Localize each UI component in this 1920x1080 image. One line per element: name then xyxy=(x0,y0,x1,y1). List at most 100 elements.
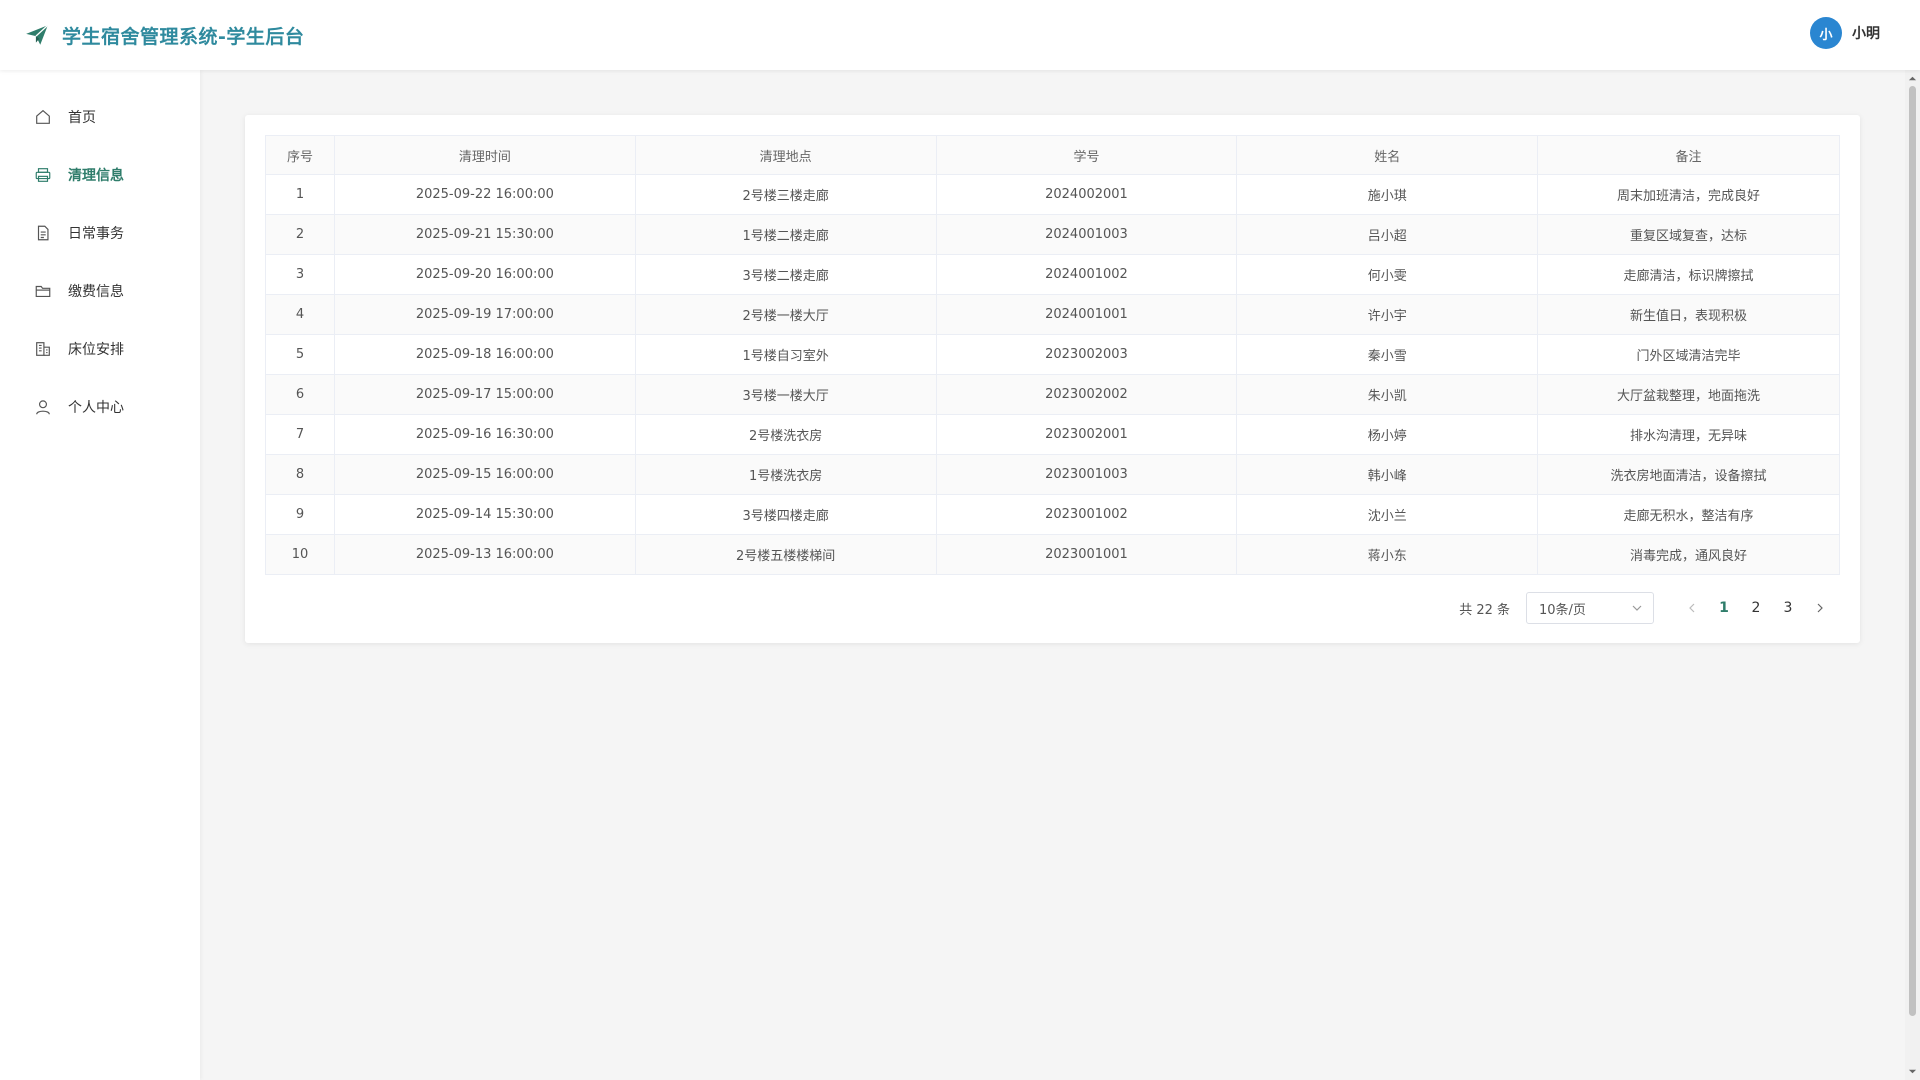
table-cell: 排水沟清理，无异味 xyxy=(1537,414,1840,455)
page-size-select[interactable]: 10条/页 xyxy=(1526,592,1654,624)
scroll-down-arrow-icon[interactable] xyxy=(1908,1067,1917,1076)
table-cell: 4 xyxy=(265,294,335,335)
table-cell: 2号楼五楼楼梯间 xyxy=(634,534,937,575)
table-cell: 消毒完成，通风良好 xyxy=(1537,534,1840,575)
chevron-down-icon xyxy=(1632,605,1642,611)
page-button-2[interactable]: 2 xyxy=(1740,592,1772,624)
table-header-row: 序号 清理时间 清理地点 学号 姓名 备注 xyxy=(265,135,1840,175)
table-cell: 2023002001 xyxy=(935,414,1238,455)
building-icon xyxy=(36,342,50,356)
column-header: 备注 xyxy=(1537,135,1840,175)
table-row[interactable]: 6 2025-09-17 15:00:00 3号楼一楼大厅 2023002002… xyxy=(265,374,1840,415)
page-size-value: 10条/页 xyxy=(1539,602,1586,618)
table-cell: 2025-09-17 15:00:00 xyxy=(333,374,636,415)
table-cell: 杨小婷 xyxy=(1236,414,1539,455)
table-cell: 2023001002 xyxy=(935,494,1238,535)
table-cell: 3号楼一楼大厅 xyxy=(634,374,937,415)
user-menu[interactable]: 小 小明 xyxy=(1810,17,1880,49)
username[interactable]: 小明 xyxy=(1852,23,1880,43)
table-cell: 3 xyxy=(265,254,335,295)
page-scrollbar[interactable] xyxy=(1905,70,1920,1080)
table-row[interactable]: 9 2025-09-14 15:30:00 3号楼四楼走廊 2023001002… xyxy=(265,494,1840,535)
brand[interactable]: 学生宿舍管理系统-学生后台 xyxy=(24,22,304,49)
table-cell: 2023002002 xyxy=(935,374,1238,415)
table-cell: 周末加班清洁，完成良好 xyxy=(1537,174,1840,215)
table-cell: 2024001003 xyxy=(935,214,1238,255)
sidebar-item-cleaning-info[interactable]: 清理信息 xyxy=(0,146,200,204)
table-cell: 2号楼一楼大厅 xyxy=(634,294,937,335)
table-cell: 新生值日，表现积极 xyxy=(1537,294,1840,335)
column-header: 清理时间 xyxy=(333,135,636,175)
sidebar-item-label: 清理信息 xyxy=(68,168,124,184)
table-cell: 门外区域清洁完毕 xyxy=(1537,334,1840,375)
sidebar: 首页 清理信息 日常事务 缴费信息 床位安排 个人中心 xyxy=(0,70,200,1080)
table-cell: 走廊清洁，标识牌擦拭 xyxy=(1537,254,1840,295)
table-row[interactable]: 10 2025-09-13 16:00:00 2号楼五楼楼梯间 20230010… xyxy=(265,534,1840,575)
table-cell: 重复区域复查，达标 xyxy=(1537,214,1840,255)
table-cell: 施小琪 xyxy=(1236,174,1539,215)
table-cell: 大厅盆栽整理，地面拖洗 xyxy=(1537,374,1840,415)
table-card: 序号 清理时间 清理地点 学号 姓名 备注 1 2025-09-22 16:00… xyxy=(245,115,1860,643)
table-row[interactable]: 2 2025-09-21 15:30:00 1号楼二楼走廊 2024001003… xyxy=(265,214,1840,255)
top-header: 学生宿舍管理系统-学生后台 小 小明 xyxy=(0,0,1920,70)
next-page-button[interactable] xyxy=(1804,592,1836,624)
sidebar-item-daily-affairs[interactable]: 日常事务 xyxy=(0,204,200,262)
table-row[interactable]: 1 2025-09-22 16:00:00 2号楼三楼走廊 2024002001… xyxy=(265,174,1840,215)
paper-plane-icon xyxy=(26,24,49,45)
main-content: 序号 清理时间 清理地点 学号 姓名 备注 1 2025-09-22 16:00… xyxy=(200,70,1905,1080)
sidebar-item-bed-arrangement[interactable]: 床位安排 xyxy=(0,320,200,378)
table-cell: 2023001001 xyxy=(935,534,1238,575)
printer-icon xyxy=(35,168,51,182)
table-cell: 何小雯 xyxy=(1236,254,1539,295)
table-row[interactable]: 8 2025-09-15 16:00:00 1号楼洗衣房 2023001003 … xyxy=(265,454,1840,495)
table-cell: 2025-09-15 16:00:00 xyxy=(333,454,636,495)
table-cell: 7 xyxy=(265,414,335,455)
sidebar-item-label: 首页 xyxy=(68,110,96,126)
table-cell: 2023002003 xyxy=(935,334,1238,375)
prev-page-button[interactable] xyxy=(1676,592,1708,624)
table-cell: 2025-09-14 15:30:00 xyxy=(333,494,636,535)
table-cell: 2025-09-16 16:30:00 xyxy=(333,414,636,455)
sidebar-item-label: 床位安排 xyxy=(68,342,124,358)
sidebar-item-personal-center[interactable]: 个人中心 xyxy=(0,378,200,436)
user-icon xyxy=(36,400,50,415)
table-row[interactable]: 4 2025-09-19 17:00:00 2号楼一楼大厅 2024001001… xyxy=(265,294,1840,335)
scroll-up-arrow-icon[interactable] xyxy=(1908,74,1917,83)
table-cell: 2025-09-21 15:30:00 xyxy=(333,214,636,255)
sidebar-item-home[interactable]: 首页 xyxy=(0,88,200,146)
chevron-left-icon xyxy=(1689,603,1695,613)
table-cell: 2025-09-22 16:00:00 xyxy=(333,174,636,215)
avatar[interactable]: 小 xyxy=(1810,17,1842,49)
sidebar-item-label: 日常事务 xyxy=(68,226,124,242)
table-cell: 2025-09-19 17:00:00 xyxy=(333,294,636,335)
table-cell: 蒋小东 xyxy=(1236,534,1539,575)
page-button-1[interactable]: 1 xyxy=(1708,592,1740,624)
table-cell: 2025-09-13 16:00:00 xyxy=(333,534,636,575)
table-cell: 2025-09-20 16:00:00 xyxy=(333,254,636,295)
table-cell: 2025-09-18 16:00:00 xyxy=(333,334,636,375)
table-cell: 8 xyxy=(265,454,335,495)
page-button-3[interactable]: 3 xyxy=(1772,592,1804,624)
table-cell: 秦小雪 xyxy=(1236,334,1539,375)
sidebar-item-payment-info[interactable]: 缴费信息 xyxy=(0,262,200,320)
table-cell: 2024001002 xyxy=(935,254,1238,295)
sidebar-item-label: 个人中心 xyxy=(68,400,124,416)
column-header: 清理地点 xyxy=(634,135,937,175)
sidebar-item-label: 缴费信息 xyxy=(68,284,124,300)
column-header: 学号 xyxy=(935,135,1238,175)
table-cell: 3号楼二楼走廊 xyxy=(634,254,937,295)
pagination: 共 22 条 10条/页 1 2 3 xyxy=(1459,592,1836,624)
table-cell: 3号楼四楼走廊 xyxy=(634,494,937,535)
chevron-right-icon xyxy=(1817,603,1823,613)
table-cell: 1号楼洗衣房 xyxy=(634,454,937,495)
table-cell: 10 xyxy=(265,534,335,575)
scrollbar-thumb[interactable] xyxy=(1909,86,1916,1016)
table-row[interactable]: 7 2025-09-16 16:30:00 2号楼洗衣房 2023002001 … xyxy=(265,414,1840,455)
table-cell: 5 xyxy=(265,334,335,375)
column-header: 姓名 xyxy=(1236,135,1539,175)
table-row[interactable]: 5 2025-09-18 16:00:00 1号楼自习室外 2023002003… xyxy=(265,334,1840,375)
table-cell: 2 xyxy=(265,214,335,255)
table-row[interactable]: 3 2025-09-20 16:00:00 3号楼二楼走廊 2024001002… xyxy=(265,254,1840,295)
folder-icon xyxy=(35,285,51,297)
table-cell: 2号楼洗衣房 xyxy=(634,414,937,455)
